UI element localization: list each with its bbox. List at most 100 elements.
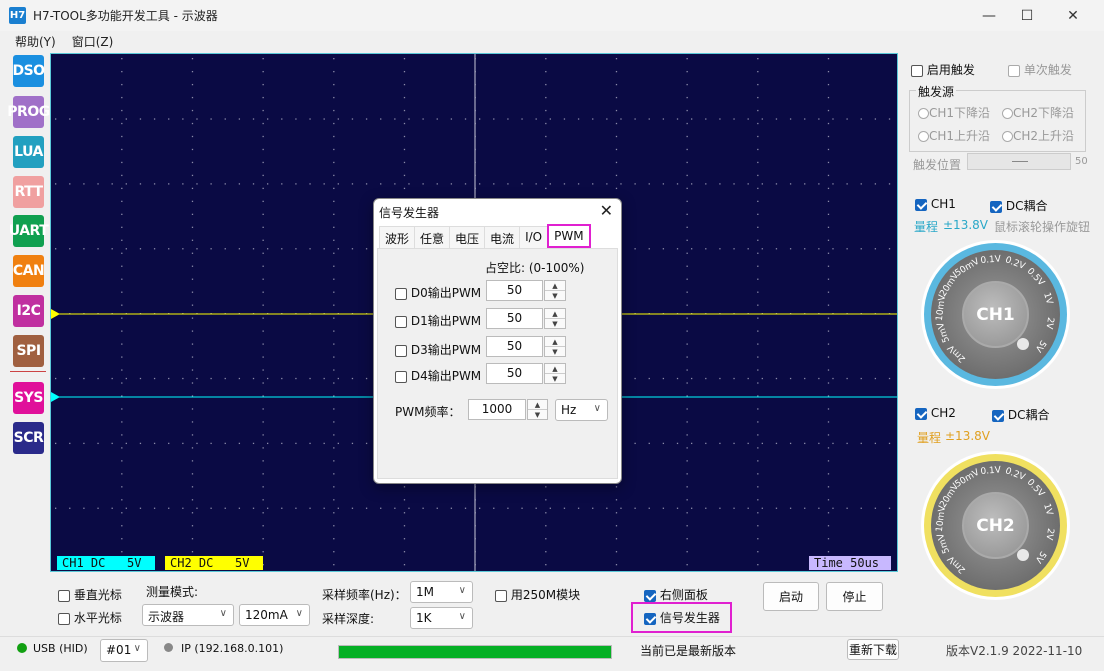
checkbox-box[interactable] (911, 64, 923, 77)
checkbox-box[interactable] (395, 287, 407, 300)
spin-down-icon[interactable]: ▼ (545, 291, 565, 301)
spin-down-icon[interactable]: ▼ (545, 319, 565, 329)
redownload-button[interactable]: 重新下载 (847, 639, 899, 660)
sidebar-spi-button[interactable]: SPI (13, 335, 44, 367)
d0-duty-input[interactable]: 50 (486, 280, 543, 301)
version-label: 版本V2.1.9 2022-11-10 (946, 644, 1083, 658)
spin-up-icon[interactable]: ▲ (528, 400, 547, 410)
checkbox-box[interactable] (644, 589, 656, 602)
trigger-position-slider[interactable] (967, 153, 1071, 170)
tab-current[interactable]: 电流 (484, 226, 521, 248)
checkbox-box[interactable] (992, 409, 1004, 422)
sidebar-scr-button[interactable]: SCR (13, 422, 44, 454)
ch2-enable-checkbox[interactable]: CH2 (915, 406, 956, 420)
d1-pwm-checkbox[interactable]: D1输出PWM (395, 312, 481, 329)
current-range-select[interactable]: 120mA ∨ (239, 604, 310, 626)
checkbox-box[interactable] (395, 315, 407, 328)
spin-up-icon[interactable]: ▲ (545, 337, 565, 347)
d4-duty-spinner[interactable]: ▲ ▼ (544, 363, 566, 384)
knob-scale-label: 0.2V (1004, 255, 1027, 272)
chevron-down-icon: ∨ (593, 403, 601, 414)
source-ch2-falling-radio[interactable]: CH2下降沿 (1002, 104, 1074, 121)
sidebar-rtt-button[interactable]: RTT (13, 176, 44, 208)
close-window-button[interactable]: ✕ (1050, 0, 1096, 31)
measure-mode-select[interactable]: 示波器 ∨ (142, 604, 234, 626)
menu-help[interactable]: 帮助(Y) (15, 33, 56, 50)
stop-button[interactable]: 停止 (826, 582, 883, 611)
checkbox-box[interactable] (990, 200, 1002, 213)
right-panel-checkbox[interactable]: 右侧面板 (644, 586, 708, 603)
spin-down-icon[interactable]: ▼ (545, 347, 565, 357)
pwm-frequency-spinner[interactable]: ▲ ▼ (527, 399, 548, 420)
ch2-dc-label: DC耦合 (1007, 408, 1050, 422)
ch1-dc-coupling-checkbox[interactable]: DC耦合 (990, 197, 1047, 214)
source-ch1-falling-radio[interactable]: CH1下降沿 (918, 104, 990, 121)
select-value: #01 (106, 643, 132, 657)
use-250m-module-checkbox[interactable]: 用250M模块 (495, 586, 580, 603)
spin-up-icon[interactable]: ▲ (545, 309, 565, 319)
sidebar-lua-button[interactable]: LUA (13, 136, 44, 168)
sidebar-can-button[interactable]: CAN (13, 255, 45, 287)
device-select[interactable]: #01 ∨ (100, 639, 148, 662)
checkbox-box[interactable] (395, 344, 407, 357)
spin-down-icon[interactable]: ▼ (528, 410, 547, 420)
radio-circle[interactable] (1002, 131, 1013, 142)
source-ch2-rising-radio[interactable]: CH2上升沿 (1002, 127, 1074, 144)
pwm-frequency-input[interactable]: 1000 (468, 399, 526, 420)
d1-duty-input[interactable]: 50 (486, 308, 543, 329)
checkbox-box[interactable] (58, 612, 70, 625)
checkbox-box[interactable] (915, 198, 927, 211)
ch1-range-knob[interactable]: 2mV 5mV 10mV 20mV 50mV 0.1V 0.2V 0.5V 1V 2V 5V CH1 (921, 240, 1070, 389)
start-button[interactable]: 启动 (763, 582, 819, 611)
d4-pwm-checkbox[interactable]: D4输出PWM (395, 367, 481, 384)
dialog-close-icon[interactable]: ✕ (600, 201, 613, 220)
radio-circle[interactable] (1002, 108, 1013, 119)
maximize-button[interactable]: ☐ (1004, 0, 1050, 31)
sample-depth-select[interactable]: 1K ∨ (410, 607, 473, 629)
knob-scale-label: 0.5V (1025, 266, 1047, 288)
single-trigger-checkbox[interactable]: 单次触发 (1008, 61, 1072, 78)
usb-status-label: USB (HID) (33, 642, 88, 655)
knob-scale-label: 2mV (946, 342, 968, 364)
tab-voltage[interactable]: 电压 (449, 226, 486, 248)
spin-up-icon[interactable]: ▲ (545, 281, 565, 291)
sample-rate-select[interactable]: 1M ∨ (410, 581, 473, 603)
tab-pwm[interactable]: PWM (547, 224, 591, 248)
sidebar-dso-button[interactable]: DSO (12, 55, 45, 87)
source-ch1-rising-radio[interactable]: CH1上升沿 (918, 127, 990, 144)
checkbox-box[interactable] (58, 589, 70, 602)
d4-duty-input[interactable]: 50 (486, 363, 543, 384)
tab-arbitrary[interactable]: 任意 (414, 226, 451, 248)
d3-duty-input[interactable]: 50 (486, 336, 543, 357)
pwm-frequency-unit-select[interactable]: Hz ∨ (555, 399, 608, 421)
d1-duty-spinner[interactable]: ▲ ▼ (544, 308, 566, 329)
d3-pwm-checkbox[interactable]: D3输出PWM (395, 341, 481, 358)
sidebar-sys-button[interactable]: SYS (13, 382, 44, 414)
vertical-cursor-checkbox[interactable]: 垂直光标 (58, 586, 122, 603)
sidebar-i2c-button[interactable]: I2C (13, 295, 44, 327)
d3-duty-spinner[interactable]: ▲ ▼ (544, 336, 566, 357)
chevron-down-icon: ∨ (133, 643, 141, 654)
radio-circle[interactable] (918, 131, 929, 142)
checkbox-box[interactable] (915, 407, 927, 420)
radio-circle[interactable] (918, 108, 929, 119)
ch2-range-knob[interactable]: 2mV 5mV 10mV 20mV 50mV 0.1V 0.2V 0.5V 1V 2V 5V CH2 (921, 451, 1070, 600)
tab-waveform[interactable]: 波形 (379, 226, 416, 248)
slider-thumb[interactable] (1012, 161, 1028, 162)
spin-up-icon[interactable]: ▲ (545, 364, 565, 374)
checkbox-box[interactable] (1008, 64, 1020, 77)
trigger-source-title: 触发源 (916, 83, 957, 100)
tab-io[interactable]: I/O (519, 226, 549, 248)
d0-duty-spinner[interactable]: ▲ ▼ (544, 280, 566, 301)
enable-trigger-checkbox[interactable]: 启用触发 (911, 61, 975, 78)
sidebar-prog-button[interactable]: PROG (7, 96, 50, 128)
checkbox-box[interactable] (395, 370, 407, 383)
horizontal-cursor-checkbox[interactable]: 水平光标 (58, 609, 122, 626)
sidebar-uart-button[interactable]: UART (9, 215, 49, 247)
spin-down-icon[interactable]: ▼ (545, 374, 565, 384)
checkbox-box[interactable] (495, 589, 507, 602)
d0-pwm-checkbox[interactable]: D0输出PWM (395, 284, 481, 301)
ch2-dc-coupling-checkbox[interactable]: DC耦合 (992, 406, 1049, 423)
ch1-enable-checkbox[interactable]: CH1 (915, 197, 956, 211)
menu-window[interactable]: 窗口(Z) (72, 33, 114, 50)
